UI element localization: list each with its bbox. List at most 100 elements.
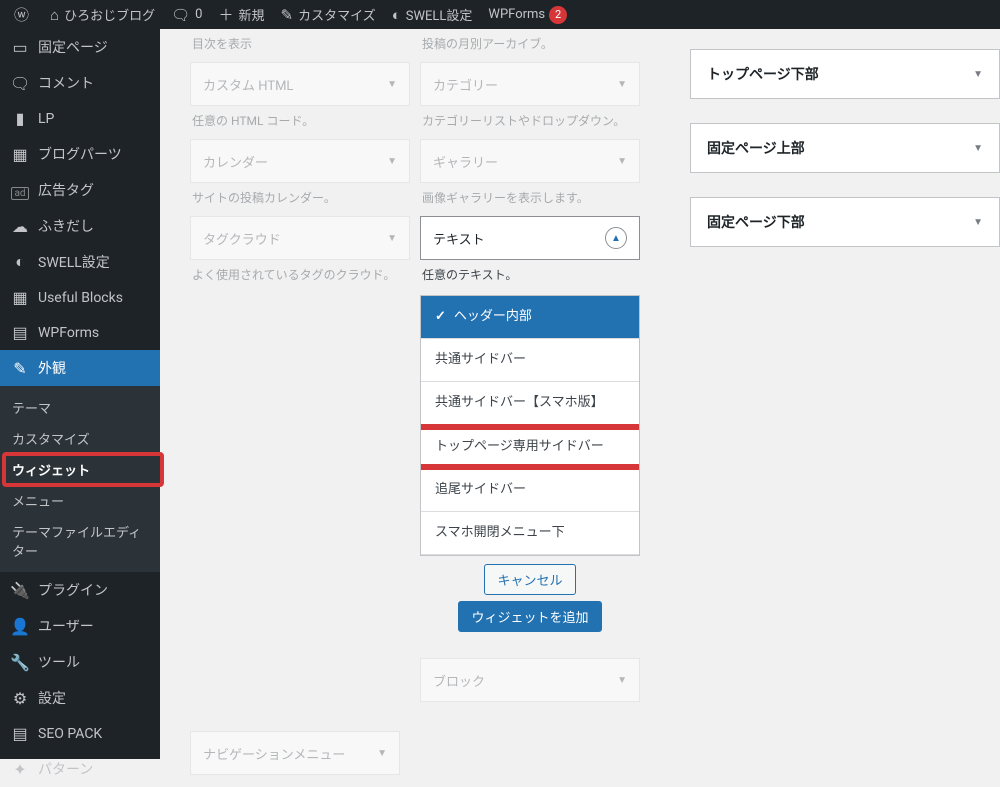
wpforms-badge: 2 xyxy=(549,6,567,24)
plus-icon: ＋ xyxy=(218,4,233,25)
widget-category[interactable]: カテゴリー▼ xyxy=(420,62,640,106)
chevron-down-icon: ▼ xyxy=(387,79,397,90)
add-widget-button[interactable]: ウィジェットを追加 xyxy=(458,601,601,632)
chevron-down-icon: ▼ xyxy=(973,69,983,80)
area-page-top[interactable]: 固定ページ上部▼ xyxy=(690,123,1000,173)
dropdown-item-sp-menu[interactable]: スマホ開閉メニュー下 xyxy=(421,512,639,555)
sidebar-item-seopack[interactable]: ▤SEO PACK xyxy=(0,716,160,751)
submenu-menu[interactable]: メニュー xyxy=(0,485,160,516)
form-icon: ▤ xyxy=(10,323,30,342)
ad-icon: ad xyxy=(10,181,30,200)
dropdown-item-top-sidebar[interactable]: トップページ専用サイドバー xyxy=(421,426,639,469)
chevron-down-icon: ▼ xyxy=(973,217,983,228)
sliders-icon: ⚙ xyxy=(10,689,30,708)
wp-logo[interactable]: ⓦ xyxy=(6,0,42,29)
site-name: ひろおじブログ xyxy=(64,5,155,24)
comment-icon: 🗨 xyxy=(10,74,30,93)
widget-calendar[interactable]: カレンダー▼ xyxy=(190,139,410,183)
submenu-editor[interactable]: テーマファイルエディター xyxy=(0,516,160,566)
chevron-down-icon: ▼ xyxy=(617,156,627,167)
widget-desc: 投稿の月別アーカイブ。 xyxy=(420,29,640,54)
widget-desc: 画像ギャラリーを表示します。 xyxy=(420,183,640,208)
dropdown-item-sidebar-sp[interactable]: 共通サイドバー【スマホ版】 xyxy=(421,382,639,425)
widget-area-dropdown: ✓ヘッダー内部 共通サイドバー 共通サイドバー【スマホ版】 トップページ専用サイ… xyxy=(420,295,640,556)
submenu-customize[interactable]: カスタマイズ xyxy=(0,423,160,454)
admin-bar: ⓦ ⌂ひろおじブログ 🗨0 ＋新規 ✎カスタマイズ ◐SWELL設定 WPFor… xyxy=(0,0,1000,29)
customize-link[interactable]: ✎カスタマイズ xyxy=(272,0,383,29)
pattern-icon: ✦ xyxy=(10,760,30,779)
new-content-link[interactable]: ＋ 新規 xyxy=(210,0,272,29)
speech-icon: ☁ xyxy=(10,217,30,236)
sidebar-item-tools[interactable]: 🔧ツール xyxy=(0,644,160,680)
chevron-down-icon: ▼ xyxy=(617,675,627,686)
widget-gallery[interactable]: ギャラリー▼ xyxy=(420,139,640,183)
cancel-button[interactable]: キャンセル xyxy=(484,564,575,595)
swell-icon: ◐ xyxy=(392,6,401,24)
area-page-bottom[interactable]: 固定ページ下部▼ xyxy=(690,197,1000,247)
blocks-icon: ▦ xyxy=(10,145,30,164)
chevron-up-icon[interactable]: ▲ xyxy=(605,227,627,249)
widget-custom-html[interactable]: カスタム HTML▼ xyxy=(190,62,410,106)
swell-icon: ◐ xyxy=(10,252,30,272)
sidebar-item-plugins[interactable]: 🔌プラグイン xyxy=(0,572,160,608)
seo-icon: ▤ xyxy=(10,724,30,743)
dropdown-item-header-inner[interactable]: ✓ヘッダー内部 xyxy=(421,296,639,339)
sidebar-item-comments[interactable]: 🗨コメント xyxy=(0,65,160,101)
wpforms-label: WPForms xyxy=(488,7,545,22)
widget-desc: サイトの投稿カレンダー。 xyxy=(190,183,410,208)
dropdown-item-sidebar[interactable]: 共通サイドバー xyxy=(421,339,639,382)
comments-count: 0 xyxy=(195,7,202,22)
sidebar-item-users[interactable]: 👤ユーザー xyxy=(0,608,160,644)
wordpress-icon: ⓦ xyxy=(14,4,29,25)
home-icon: ⌂ xyxy=(50,6,59,24)
sidebar-item-pages[interactable]: ▭固定ページ xyxy=(0,29,160,65)
comments-link[interactable]: 🗨0 xyxy=(163,0,210,29)
dropdown-list[interactable]: ✓ヘッダー内部 共通サイドバー 共通サイドバー【スマホ版】 トップページ専用サイ… xyxy=(421,296,639,555)
site-name-link[interactable]: ⌂ ひろおじブログ xyxy=(42,0,163,29)
sidebar-item-appearance[interactable]: ✎外観 xyxy=(0,350,160,386)
widget-text-desc: 任意のテキスト。 xyxy=(420,260,640,285)
widget-desc: よく使用されているタグのクラウド。 xyxy=(190,260,410,285)
swell-label: SWELL設定 xyxy=(406,5,473,24)
lp-icon: ▮ xyxy=(10,109,30,128)
widget-navmenu[interactable]: ナビゲーションメニュー▼ xyxy=(190,731,400,775)
wpforms-link[interactable]: WPForms 2 xyxy=(480,0,575,29)
widget-areas-column: トップページ下部▼ 固定ページ上部▼ 固定ページ下部▼ xyxy=(690,49,1000,271)
sidebar-item-wpforms[interactable]: ▤WPForms xyxy=(0,315,160,350)
page-icon: ▭ xyxy=(10,38,30,57)
sidebar-item-usefulblocks[interactable]: ▦Useful Blocks xyxy=(0,280,160,315)
submenu-widgets[interactable]: ウィジェット xyxy=(0,454,160,485)
admin-sidebar: ▭固定ページ 🗨コメント ▮LP ▦ブログパーツ ad広告タグ ☁ふきだし ◐S… xyxy=(0,29,160,759)
check-icon: ✓ xyxy=(435,308,446,326)
widget-tagcloud[interactable]: タグクラウド▼ xyxy=(190,216,410,260)
sidebar-item-blogparts[interactable]: ▦ブログパーツ xyxy=(0,136,160,172)
widget-block[interactable]: ブロック▼ xyxy=(420,658,640,702)
plugin-icon: 🔌 xyxy=(10,581,30,600)
chevron-down-icon: ▼ xyxy=(387,156,397,167)
appearance-submenu: テーマ カスタマイズ ウィジェット メニュー テーマファイルエディター xyxy=(0,386,160,572)
user-icon: 👤 xyxy=(10,617,30,636)
brush-icon: ✎ xyxy=(280,6,293,24)
sidebar-item-fukidashi[interactable]: ☁ふきだし xyxy=(0,208,160,244)
sidebar-item-settings[interactable]: ⚙設定 xyxy=(0,680,160,716)
area-top-bottom[interactable]: トップページ下部▼ xyxy=(690,49,1000,99)
comment-icon: 🗨 xyxy=(171,6,190,24)
submenu-theme[interactable]: テーマ xyxy=(0,392,160,423)
sidebar-item-adtag[interactable]: ad広告タグ xyxy=(0,172,160,208)
grid-icon: ▦ xyxy=(10,288,30,307)
sidebar-item-pattern[interactable]: ✦パターン xyxy=(0,751,160,787)
swell-settings-link[interactable]: ◐ SWELL設定 xyxy=(384,0,481,29)
sidebar-item-lp[interactable]: ▮LP xyxy=(0,101,160,136)
dropdown-item-sticky[interactable]: 追尾サイドバー xyxy=(421,469,639,512)
chevron-down-icon: ▼ xyxy=(387,233,397,244)
brush-icon: ✎ xyxy=(10,359,30,378)
wrench-icon: 🔧 xyxy=(10,653,30,672)
main-content: 目次を表示 カスタム HTML▼ 任意の HTML コード。 カレンダー▼ サイ… xyxy=(160,29,1000,759)
sidebar-item-swell[interactable]: ◐SWELL設定 xyxy=(0,244,160,280)
chevron-down-icon: ▼ xyxy=(617,79,627,90)
chevron-down-icon: ▼ xyxy=(973,143,983,154)
dropdown-actions: キャンセル ウィジェットを追加 xyxy=(420,556,640,640)
new-label: 新規 xyxy=(238,5,264,24)
widget-desc: 任意の HTML コード。 xyxy=(190,106,410,131)
widget-text-active[interactable]: テキスト▲ xyxy=(420,216,640,260)
